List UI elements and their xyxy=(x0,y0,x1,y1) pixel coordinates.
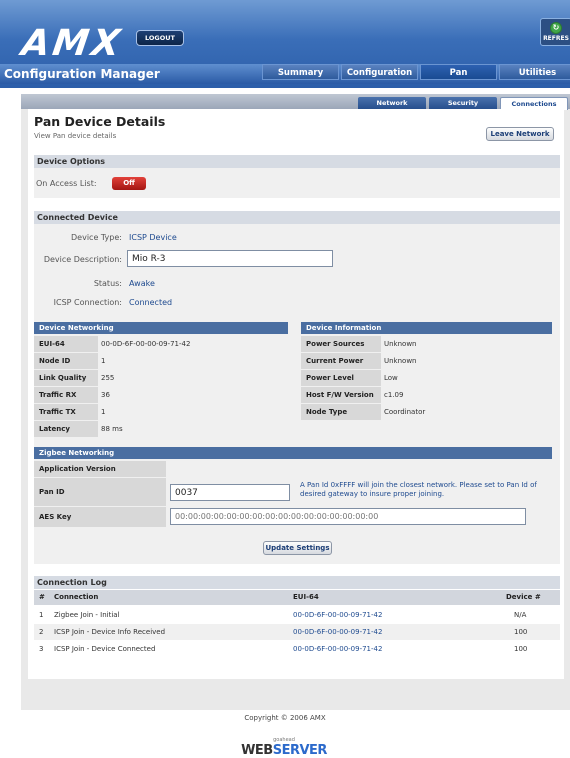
subtab-security[interactable]: Security xyxy=(429,97,497,109)
webserver-logo: goahead WEBSERVER xyxy=(224,737,344,758)
log-connection: ICSP Join - Device Connected xyxy=(54,645,156,653)
log-device-number: 100 xyxy=(514,628,528,636)
connected-device-header: Connected Device xyxy=(34,211,560,224)
device-information-row-label: Power Level xyxy=(301,370,381,386)
copyright-text: Copyright © 2006 AMX xyxy=(244,714,326,722)
log-device-number: N/A xyxy=(514,611,527,619)
aes-key-label: AES Key xyxy=(34,507,166,527)
log-eui64: 00-0D-6F-00-00-09-71-42 xyxy=(293,611,383,619)
log-number: 1 xyxy=(39,611,44,619)
device-networking-row: Latency 88 ms xyxy=(34,421,288,437)
device-options-header: Device Options xyxy=(34,155,560,168)
refresh-button[interactable]: ↻ REFRES xyxy=(540,18,570,46)
device-networking-row: Node ID 1 xyxy=(34,353,288,369)
pan-id-label: Pan ID xyxy=(34,478,166,506)
on-access-list-toggle[interactable]: Off xyxy=(112,177,146,190)
status-label: Status: xyxy=(93,279,122,288)
application-version-label: Application Version xyxy=(34,461,166,477)
connection-log-header: Connection Log xyxy=(34,576,560,589)
device-information-row-value: Unknown xyxy=(384,357,417,365)
tab-summary[interactable]: Summary xyxy=(262,64,339,80)
device-description-label: Device Description: xyxy=(43,255,122,264)
log-number: 3 xyxy=(39,645,44,653)
log-device-number: 100 xyxy=(514,645,528,653)
device-networking-row-label: EUI-64 xyxy=(34,336,98,352)
device-type-label: Device Type: xyxy=(71,233,122,242)
tab-utilities[interactable]: Utilities xyxy=(499,64,570,80)
refresh-label: REFRES xyxy=(543,35,569,42)
device-information-row-label: Power Sources xyxy=(301,336,381,352)
tab-pan[interactable]: Pan xyxy=(420,64,497,80)
device-networking-row-value: 1 xyxy=(101,408,106,416)
log-table-header: # Connection EUI-64 Device # xyxy=(34,590,560,605)
webserver-text-web: WEB xyxy=(241,743,273,758)
page-subtitle: View Pan device details xyxy=(34,132,117,140)
aes-key-input[interactable] xyxy=(170,508,526,525)
page-title: Pan Device Details xyxy=(34,114,166,129)
device-networking-row-label: Traffic TX xyxy=(34,404,98,420)
device-networking-row-value: 255 xyxy=(101,374,115,382)
log-row: 1 Zigbee Join - Initial 00-0D-6F-00-00-09-… xyxy=(34,607,560,623)
application-version-row: Application Version xyxy=(34,461,552,477)
on-access-list-label: On Access List: xyxy=(36,179,97,188)
device-information-row: Node Type Coordinator xyxy=(301,404,552,420)
device-information-row-value: Unknown xyxy=(384,340,417,348)
log-row: 2 ICSP Join - Device Info Received 00-0D-6… xyxy=(34,624,560,640)
col-connection: Connection xyxy=(54,593,99,601)
device-networking-row-label: Link Quality xyxy=(34,370,98,386)
device-description-input[interactable] xyxy=(127,250,333,267)
device-information-row-value: c1.09 xyxy=(384,391,404,399)
pan-id-note: A Pan Id 0xFFFF will join the closest ne… xyxy=(300,481,537,498)
device-information-row: Power Sources Unknown xyxy=(301,336,552,352)
log-connection: Zigbee Join - Initial xyxy=(54,611,120,619)
pan-id-input[interactable] xyxy=(170,484,290,501)
device-information-row-value: Low xyxy=(384,374,398,382)
amx-logo: AMX xyxy=(19,23,126,64)
device-information-row-label: Node Type xyxy=(301,404,381,420)
update-settings-button[interactable]: Update Settings xyxy=(263,541,332,555)
webserver-text: WEBSERVER xyxy=(241,743,327,758)
device-networking-row-value: 00-0D-6F-00-00-09-71-42 xyxy=(101,340,191,348)
device-networking-row-label: Latency xyxy=(34,421,98,437)
device-networking-row-label: Node ID xyxy=(34,353,98,369)
refresh-icon: ↻ xyxy=(550,22,562,34)
device-networking-row-value: 1 xyxy=(101,357,106,365)
tab-configuration[interactable]: Configuration xyxy=(341,64,418,80)
main-tabs: Summary Configuration Pan Utilities xyxy=(262,64,570,80)
log-row: 3 ICSP Join - Device Connected 00-0D-6F-00… xyxy=(34,641,560,657)
zigbee-networking-header: Zigbee Networking xyxy=(34,447,552,459)
icsp-connection-label: ICSP Connection: xyxy=(53,298,122,307)
col-eui64: EUI-64 xyxy=(293,593,319,601)
device-information-row: Current Power Unknown xyxy=(301,353,552,369)
device-networking-row-value: 36 xyxy=(101,391,110,399)
col-device-number: Device # xyxy=(506,593,541,601)
icsp-connection-value: Connected xyxy=(129,298,173,307)
device-networking-row: EUI-64 00-0D-6F-00-00-09-71-42 xyxy=(34,336,288,352)
log-number: 2 xyxy=(39,628,44,636)
log-eui64: 00-0D-6F-00-00-09-71-42 xyxy=(293,645,383,653)
log-connection: ICSP Join - Device Info Received xyxy=(54,628,166,636)
webserver-text-server: SERVER xyxy=(272,743,328,758)
log-eui64: 00-0D-6F-00-00-09-71-42 xyxy=(293,628,383,636)
device-information-row-value: Coordinator xyxy=(384,408,426,416)
subtab-network[interactable]: Network xyxy=(358,97,426,109)
status-value: Awake xyxy=(129,279,155,288)
device-information-row: Power Level Low xyxy=(301,370,552,386)
device-networking-row-value: 88 ms xyxy=(101,425,123,433)
device-networking-row-label: Traffic RX xyxy=(34,387,98,403)
device-networking-row: Traffic RX 36 xyxy=(34,387,288,403)
col-number: # xyxy=(39,593,45,601)
device-information-row-label: Current Power xyxy=(301,353,381,369)
leave-network-button[interactable]: Leave Network xyxy=(486,127,554,141)
logout-button[interactable]: LOGOUT xyxy=(136,30,184,46)
device-information-header: Device Information xyxy=(301,322,552,334)
device-networking-row: Traffic TX 1 xyxy=(34,404,288,420)
device-information-row: Host F/W Version c1.09 xyxy=(301,387,552,403)
device-type-value: ICSP Device xyxy=(129,233,177,242)
device-information-row-label: Host F/W Version xyxy=(301,387,381,403)
device-networking-header: Device Networking xyxy=(34,322,288,334)
device-networking-row: Link Quality 255 xyxy=(34,370,288,386)
